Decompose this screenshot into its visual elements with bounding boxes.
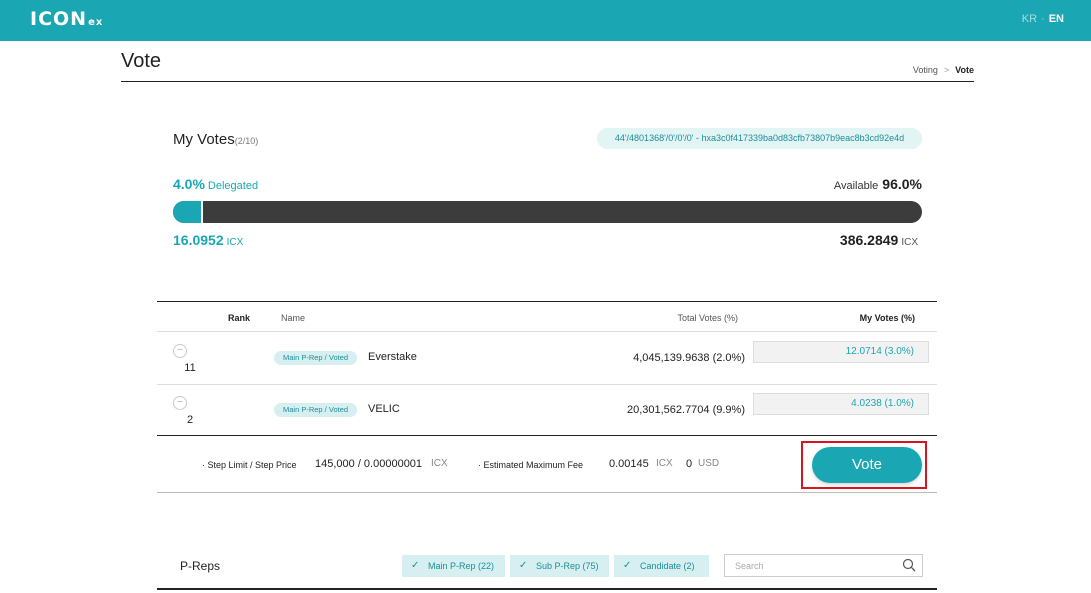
breadcrumb-separator: > [943, 65, 950, 75]
filter-label: Candidate (2) [640, 561, 695, 571]
preps-section-title: P-Reps [180, 559, 221, 573]
available-label: Available [833, 180, 879, 192]
available-summary: Available 96.0% [834, 176, 922, 194]
column-header-name: Name [281, 313, 306, 323]
delegation-progress-bar [173, 201, 922, 223]
preps-divider [157, 588, 937, 590]
estimated-fee-value: 0.00145 [609, 458, 649, 470]
estimated-fee-unit: ICX [656, 458, 673, 469]
search-icon[interactable] [902, 558, 916, 572]
filter-label: Sub P-Rep (75) [536, 561, 599, 571]
fee-bottom-divider [157, 492, 937, 493]
step-limit-label: · Step Limit / Step Price [202, 460, 297, 470]
wallet-address-pill: 44'/4801368'/0'/0'/0' - hxa3c0f417339ba0… [597, 128, 922, 149]
column-header-total-votes: Total Votes (%) [677, 313, 738, 323]
my-votes-label: My Votes [173, 131, 235, 148]
breadcrumb-voting-link[interactable]: Voting [913, 65, 938, 75]
iconex-logo[interactable]: ICONex [30, 8, 103, 30]
filter-sub-prep[interactable]: ✓ Sub P-Rep (75) [510, 555, 609, 577]
my-votes-title: My Votes(2/10) [173, 131, 258, 148]
delegated-amount-value: 16.0952 [173, 232, 224, 248]
lang-en-link[interactable]: EN [1049, 13, 1064, 25]
status-badge: Main P-Rep / Voted [274, 351, 358, 365]
lang-separator: · [1041, 13, 1045, 25]
filter-label: Main P-Rep (22) [428, 561, 495, 571]
remove-vote-button[interactable]: − [173, 396, 187, 410]
search-box [724, 554, 923, 577]
column-header-rank: Rank [228, 313, 251, 323]
rank-value: 2 [186, 414, 194, 426]
top-bar: ICONex KR · EN [0, 0, 1091, 41]
logo-sub-text: ex [88, 17, 104, 28]
delegated-amount-unit: ICX [226, 237, 244, 248]
lang-kr-link[interactable]: KR [1022, 13, 1037, 25]
delegated-summary: 4.0% Delegated [173, 176, 258, 194]
prep-name[interactable]: VELIC [368, 403, 400, 415]
step-limit-value: 145,000 / 0.00000001 [315, 458, 423, 470]
fee-divider [157, 435, 937, 436]
header-divider [157, 331, 937, 332]
table-top-divider [157, 301, 937, 302]
available-amount-unit: ICX [901, 237, 918, 248]
delegated-amount: 16.0952 ICX [173, 232, 243, 250]
available-amount: 386.2849 ICX [840, 232, 918, 250]
available-amount-value: 386.2849 [839, 232, 899, 248]
my-vote-input[interactable]: 12.0714 (3.0%) [753, 341, 929, 363]
title-divider [121, 81, 974, 82]
status-badge: Main P-Rep / Voted [274, 403, 358, 417]
search-input[interactable] [725, 555, 895, 576]
check-icon: ✓ [519, 560, 528, 571]
page-title: Vote [121, 50, 162, 72]
column-header-my-votes: My Votes (%) [859, 313, 915, 323]
delegation-progress-fill [173, 201, 203, 223]
total-votes-value: 20,301,562.7704 (9.9%) [626, 404, 745, 416]
remove-vote-button[interactable]: − [173, 344, 187, 358]
step-limit-unit: ICX [431, 458, 448, 469]
vote-button[interactable]: Vote [812, 447, 922, 483]
row-divider [157, 384, 937, 385]
delegated-label: Delegated [207, 180, 259, 192]
rank-value: 11 [184, 362, 196, 374]
estimated-fee-label: · Estimated Maximum Fee [478, 460, 584, 470]
available-percent: 96.0% [882, 176, 922, 192]
filter-main-prep[interactable]: ✓ Main P-Rep (22) [402, 555, 505, 577]
total-votes-value: 4,045,139.9638 (2.0%) [633, 352, 745, 364]
prep-name[interactable]: Everstake [368, 351, 417, 363]
logo-text: ICON [30, 8, 88, 30]
breadcrumb-current: Vote [955, 65, 974, 75]
my-vote-input[interactable]: 4.0238 (1.0%) [753, 393, 929, 415]
my-votes-count: (2/10) [234, 136, 259, 146]
usd-value: 0 [686, 458, 693, 470]
check-icon: ✓ [623, 560, 632, 571]
delegated-percent: 4.0% [173, 176, 205, 192]
check-icon: ✓ [411, 560, 420, 571]
usd-unit: USD [698, 458, 720, 469]
language-switcher: KR · EN [1022, 13, 1064, 25]
breadcrumb: Voting > Vote [913, 65, 974, 75]
filter-candidate[interactable]: ✓ Candidate (2) [614, 555, 709, 577]
